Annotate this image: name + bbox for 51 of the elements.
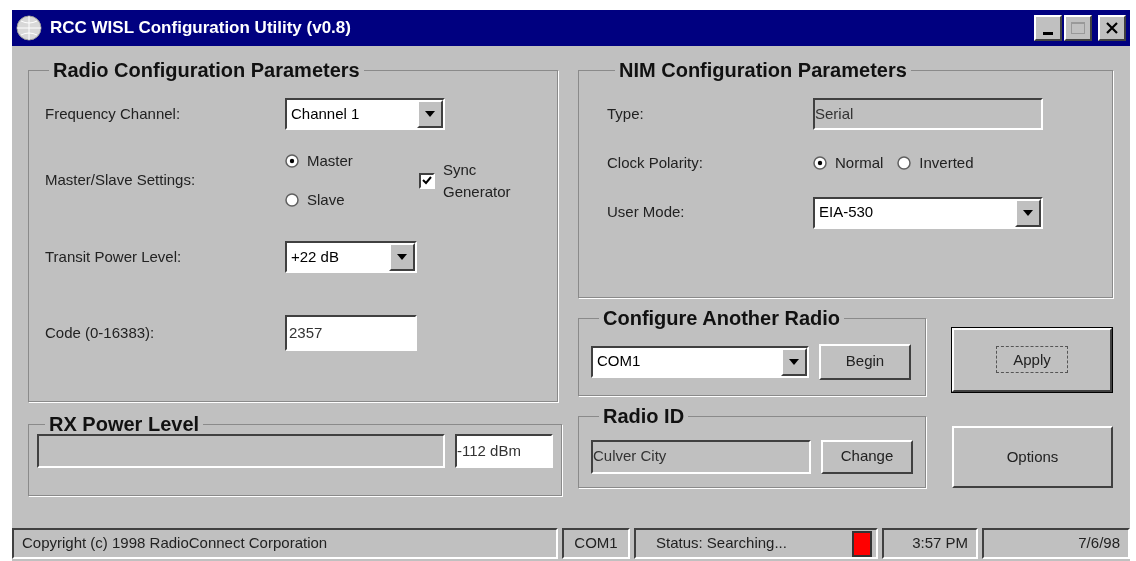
type-field: Serial: [813, 98, 1043, 130]
caret-icon: [1023, 209, 1033, 216]
begin-button[interactable]: Begin: [819, 343, 911, 380]
user-mode-dropdown[interactable]: EIA-530: [813, 196, 1043, 229]
field-label: User Mode:: [607, 202, 686, 223]
globe-icon: [16, 15, 42, 41]
group-title: RX Power Level: [48, 414, 201, 434]
caret-icon: [397, 254, 407, 260]
field-label: Code (0-16383):: [45, 322, 156, 343]
port-dropdown[interactable]: COM1: [591, 345, 809, 378]
status-time: 3:57 PM: [882, 528, 978, 559]
power-reading-field: -112 dBm: [455, 434, 553, 468]
dropdown-arrow-button[interactable]: [389, 243, 415, 271]
maximize-button[interactable]: [1064, 15, 1092, 41]
button[interactable]: Options: [952, 426, 1113, 488]
minimize-icon: [1043, 32, 1053, 35]
channel-dropdown[interactable]: Channel 1: [285, 98, 445, 130]
radio-button[interactable]: Master: [285, 150, 419, 173]
dropdown-arrow-button[interactable]: [781, 347, 807, 376]
group-title: Configure Another Radio: [602, 308, 842, 328]
radio-id-field: Culver City: [591, 439, 811, 474]
power-dropdown[interactable]: +22 dB: [285, 241, 417, 273]
group-title: Radio Configuration Parameters: [52, 60, 361, 80]
caret-icon: [789, 358, 799, 365]
checkbox[interactable]: Sync Generator: [419, 158, 543, 203]
caret-icon: [425, 111, 435, 117]
group-title: Radio ID: [602, 406, 686, 426]
field-label: Clock Polarity:: [607, 153, 704, 173]
dropdown-arrow-button[interactable]: [1015, 198, 1041, 227]
radio-button[interactable]: Inverted: [897, 152, 974, 175]
field-label: Master/Slave Settings:: [45, 170, 197, 191]
group-title: NIM Configuration Parameters: [618, 60, 908, 80]
change-button[interactable]: Change: [821, 439, 913, 474]
field-label: Type:: [607, 103, 645, 124]
field-label: Transit Power Level:: [45, 246, 183, 267]
radio-button[interactable]: Slave: [285, 188, 419, 211]
maximize-icon: [1071, 22, 1085, 34]
checkmark-icon: [422, 176, 432, 185]
dropdown-arrow-button[interactable]: [417, 100, 443, 128]
close-button[interactable]: [1098, 15, 1126, 41]
field-label: Frequency Channel:: [45, 103, 182, 124]
window-title: RCC WISL Configuration Utility (v0.8): [50, 17, 351, 40]
code-field[interactable]: 2357: [285, 315, 417, 351]
status-date: 7/6/98: [982, 528, 1130, 559]
close-icon: [1106, 22, 1118, 34]
minimize-button[interactable]: [1034, 15, 1062, 41]
radio-button[interactable]: Normal: [813, 152, 884, 175]
status-copyright: Copyright (c) 1998 RadioConnect Corporation: [12, 528, 558, 559]
status-port: COM1: [562, 528, 630, 559]
status-text: Status: Searching...: [656, 533, 788, 554]
default-button[interactable]: Apply: [952, 328, 1112, 392]
